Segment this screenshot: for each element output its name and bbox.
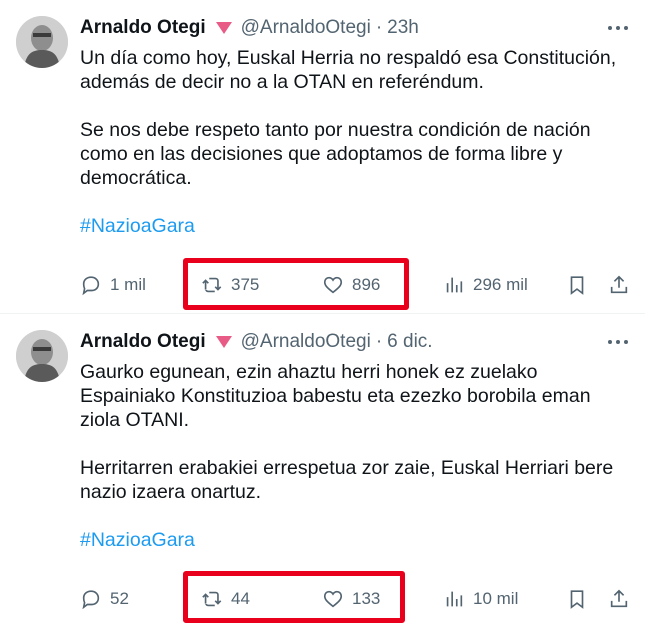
heart-badge-icon [215, 21, 233, 35]
author-handle[interactable]: @ArnaldoOtegi [241, 331, 371, 353]
bookmark-icon [570, 276, 584, 295]
highlight-box-2 [183, 571, 405, 623]
reply-count: 1 mil [110, 275, 146, 294]
views-icon [446, 591, 463, 607]
more-icon[interactable] [605, 18, 631, 38]
views-count: 10 mil [473, 589, 519, 608]
reply-icon [82, 276, 100, 296]
separator-dot: · [375, 17, 383, 38]
more-icon[interactable] [605, 332, 631, 352]
reply-button[interactable]: 52 [80, 582, 129, 616]
tweet-paragraph-1: Gaurko egunean, ezin ahaztu herri honek … [80, 361, 591, 431]
author-handle[interactable]: @ArnaldoOtegi [241, 17, 371, 39]
tweet-header: Arnaldo Otegi @ArnaldoOtegi · 23h [80, 16, 419, 40]
reply-icon [82, 590, 100, 610]
tweet-body: Un día como hoy, Euskal Herria no respal… [80, 46, 630, 238]
tweet-paragraph-1: Un día como hoy, Euskal Herria no respal… [80, 47, 617, 93]
author-name[interactable]: Arnaldo Otegi [80, 331, 206, 353]
tweet-paragraph-2: Herritarren erabakiei errespetua zor zai… [80, 457, 614, 503]
views-button[interactable]: 10 mil [443, 582, 518, 616]
share-button[interactable] [608, 268, 630, 302]
share-button[interactable] [608, 582, 630, 616]
bookmark-icon [570, 590, 584, 609]
views-count: 296 mil [473, 275, 528, 294]
tweet-header: Arnaldo Otegi @ArnaldoOtegi · 6 dic. [80, 330, 433, 354]
heart-badge-icon [215, 335, 233, 349]
tweet-time[interactable]: 6 dic. [387, 331, 432, 353]
avatar[interactable] [16, 330, 68, 382]
tweet-body: Gaurko egunean, ezin ahaztu herri honek … [80, 360, 630, 552]
tweet-time[interactable]: 23h [387, 17, 419, 39]
author-name[interactable]: Arnaldo Otegi [80, 17, 206, 39]
share-icon [610, 589, 628, 608]
tweet-paragraph-2: Se nos debe respeto tanto por nuestra co… [80, 119, 591, 189]
highlight-box-1 [183, 258, 409, 310]
views-icon [446, 277, 463, 293]
reply-count: 52 [110, 589, 129, 608]
bookmark-button[interactable] [566, 268, 588, 302]
separator-dot: · [375, 331, 383, 352]
hashtag-link[interactable]: #NazioaGara [80, 529, 195, 551]
reply-button[interactable]: 1 mil [80, 268, 146, 302]
bookmark-button[interactable] [566, 582, 588, 616]
avatar[interactable] [16, 16, 68, 68]
share-icon [610, 275, 628, 294]
views-button[interactable]: 296 mil [443, 268, 528, 302]
hashtag-link[interactable]: #NazioaGara [80, 215, 195, 237]
